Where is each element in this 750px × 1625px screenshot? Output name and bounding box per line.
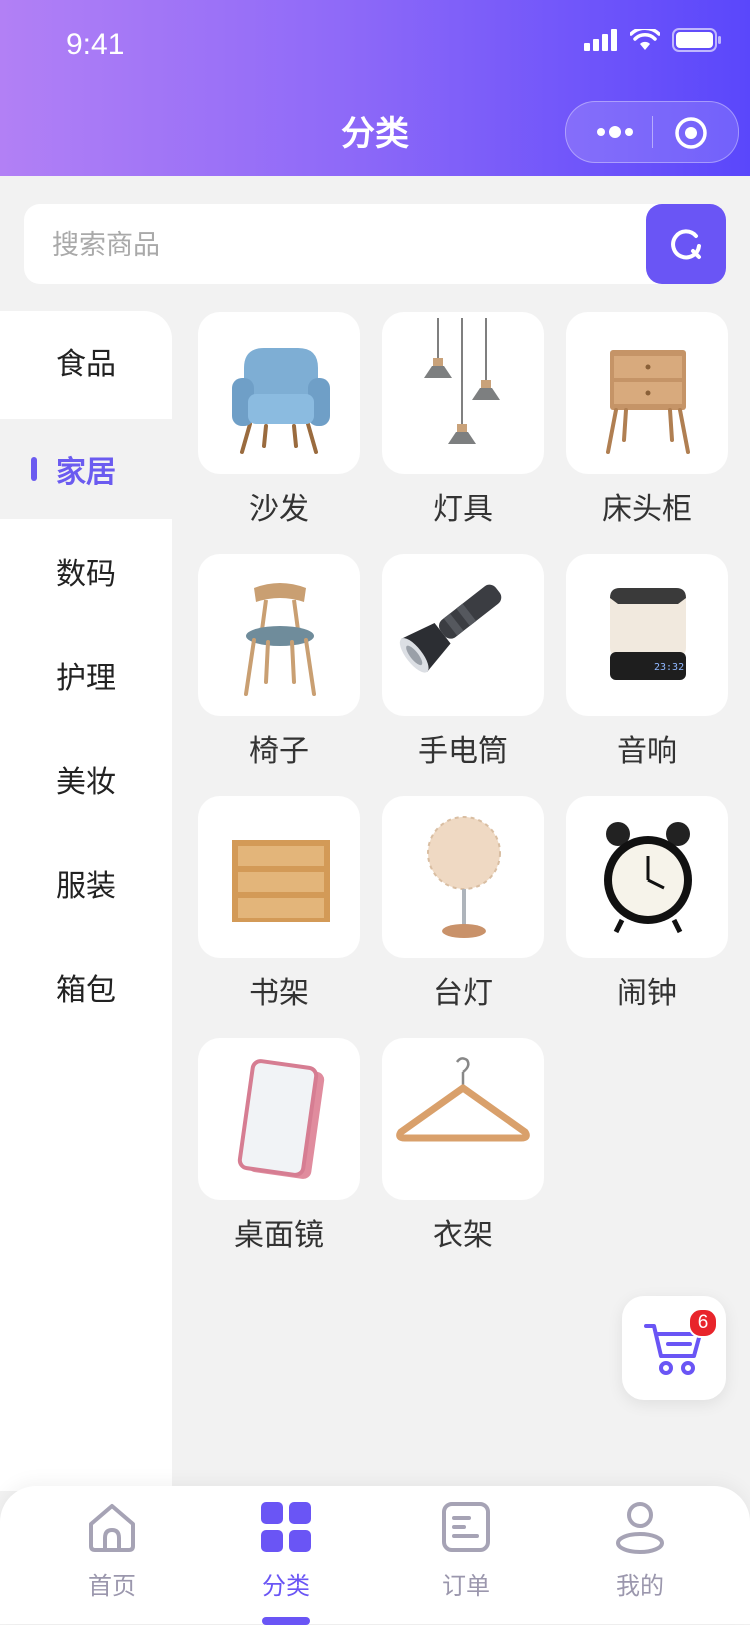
sidebar-item-label: 食品 [56, 347, 116, 382]
header-bar: 9:41 分类 [0, 0, 750, 176]
product-label: 桌面镜 [234, 1218, 324, 1253]
product-tile [382, 554, 544, 716]
tab-home[interactable]: 首页 [37, 1500, 187, 1610]
product-item-alarm-clock[interactable]: 闹钟 [566, 796, 728, 1012]
product-tile: 23:32 [566, 554, 728, 716]
product-item-speaker[interactable]: 23:32 音响 [566, 554, 728, 770]
product-tile [382, 796, 544, 958]
nightstand-image [606, 350, 690, 454]
product-tile [198, 312, 360, 474]
status-time: 9:41 [66, 28, 125, 61]
product-item-sofa[interactable]: 沙发 [198, 312, 360, 528]
category-icon [261, 1502, 311, 1552]
product-label: 书架 [249, 976, 309, 1011]
chair-image [244, 583, 316, 696]
status-icons [584, 28, 722, 52]
search-button[interactable] [646, 204, 726, 284]
search-input[interactable] [50, 204, 654, 286]
product-tile [198, 1038, 360, 1200]
product-item-desk-mirror[interactable]: 桌面镜 [198, 1038, 360, 1254]
product-item-desk-lamp[interactable]: 台灯 [382, 796, 544, 1012]
battery-icon [672, 28, 721, 52]
sidebar-item-label: 箱包 [56, 973, 116, 1008]
sidebar-item-label: 家居 [56, 455, 116, 490]
wifi-icon [630, 29, 660, 50]
tab-orders[interactable]: 订单 [391, 1500, 541, 1610]
product-item-chair[interactable]: 椅子 [198, 554, 360, 770]
tab-label: 首页 [88, 1572, 136, 1600]
more-icon[interactable] [591, 116, 641, 148]
active-indicator [31, 457, 37, 481]
sidebar-item-food[interactable]: 食品 [0, 311, 172, 411]
product-label: 闹钟 [617, 976, 677, 1011]
sidebar-item-digital[interactable]: 数码 [0, 521, 172, 621]
desk-mirror-image [237, 1059, 325, 1179]
speaker-image: 23:32 [610, 588, 686, 680]
product-item-nightstand[interactable]: 床头柜 [566, 312, 728, 528]
product-item-flashlight[interactable]: 手电筒 [382, 554, 544, 770]
product-tile [198, 796, 360, 958]
hanger-image [396, 1057, 530, 1142]
close-target-icon[interactable] [674, 116, 708, 150]
product-tile [382, 312, 544, 474]
product-item-bookshelf[interactable]: 书架 [198, 796, 360, 1012]
product-label: 沙发 [249, 492, 309, 527]
product-label: 台灯 [433, 976, 493, 1011]
alarm-clock-image [604, 822, 692, 934]
user-icon [616, 1502, 664, 1554]
home-icon [89, 1504, 135, 1552]
tab-label: 分类 [262, 1572, 310, 1600]
capsule-divider [652, 116, 653, 148]
product-label: 音响 [617, 734, 677, 769]
pendant-lamp-image [424, 318, 500, 444]
sidebar-item-bags[interactable]: 箱包 [0, 937, 172, 1037]
bookshelf-image [232, 840, 330, 922]
sidebar-item-home[interactable]: 家居 [0, 419, 172, 519]
tab-category[interactable]: 分类 [211, 1500, 361, 1610]
armchair-image [232, 348, 330, 454]
product-label: 椅子 [249, 734, 309, 769]
tab-profile[interactable]: 我的 [565, 1500, 715, 1610]
product-tile [198, 554, 360, 716]
cart-badge: 6 [688, 1308, 718, 1338]
order-icon [442, 1502, 490, 1552]
sidebar-item-label: 护理 [56, 661, 116, 696]
table-lamp-image [427, 816, 501, 938]
product-tile [382, 1038, 544, 1200]
search-bar [24, 204, 726, 286]
sidebar-item-label: 美妆 [56, 765, 116, 800]
product-item-lamps[interactable]: 灯具 [382, 312, 544, 528]
category-sidebar: 食品 家居 数码 护理 美妆 服装 箱包 [0, 311, 172, 1491]
tab-label: 我的 [616, 1572, 664, 1600]
bottom-tabbar: 首页 分类 订单 我的 [0, 1486, 750, 1624]
product-label: 手电筒 [418, 734, 508, 769]
product-label: 衣架 [433, 1218, 493, 1253]
product-label: 床头柜 [602, 492, 692, 527]
svg-text:23:32: 23:32 [654, 662, 684, 673]
cart-button[interactable]: 6 [622, 1296, 726, 1400]
flashlight-image [399, 584, 502, 673]
mini-program-capsule [565, 101, 739, 163]
product-tile [566, 796, 728, 958]
product-tile [566, 312, 728, 474]
search-icon [671, 229, 701, 260]
product-label: 灯具 [433, 492, 493, 527]
sidebar-item-label: 服装 [56, 869, 116, 904]
sidebar-item-clothing[interactable]: 服装 [0, 833, 172, 933]
sidebar-item-makeup[interactable]: 美妆 [0, 729, 172, 829]
sidebar-item-label: 数码 [56, 557, 116, 592]
sidebar-item-care[interactable]: 护理 [0, 625, 172, 725]
signal-icon [584, 29, 617, 51]
tab-label: 订单 [442, 1572, 490, 1600]
product-item-hanger[interactable]: 衣架 [382, 1038, 544, 1254]
